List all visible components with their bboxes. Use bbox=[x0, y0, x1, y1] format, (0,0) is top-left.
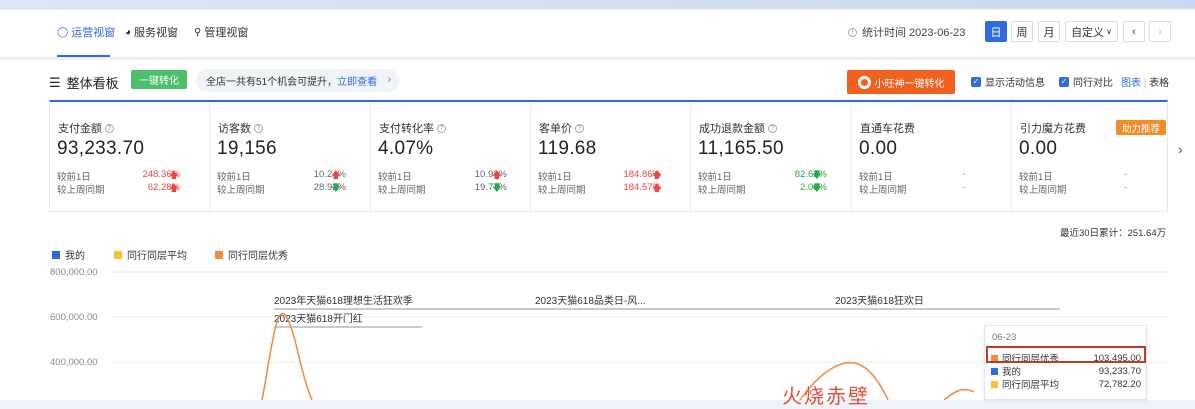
tooltip-highlight-box bbox=[986, 346, 1146, 363]
event-label: 2023天猫618狂欢日 bbox=[835, 294, 924, 307]
y-tick-label: 600,000.00 bbox=[50, 312, 98, 323]
event-label: 2023年天猫618理想生活狂欢季 bbox=[274, 294, 413, 307]
series-line-peer-excellent bbox=[943, 388, 975, 400]
event-label: 2023天猫618品类日-风... bbox=[535, 294, 646, 307]
tooltip-row: 我的 93,233.70 bbox=[991, 364, 1141, 378]
y-tick-label: 400,000.00 bbox=[50, 357, 98, 368]
watermark-text: 火烧赤壁 bbox=[782, 384, 870, 408]
tooltip-row: 同行同层平均 72,782.20 bbox=[991, 377, 1141, 391]
y-tick-label: 800,000.00 bbox=[50, 267, 98, 278]
